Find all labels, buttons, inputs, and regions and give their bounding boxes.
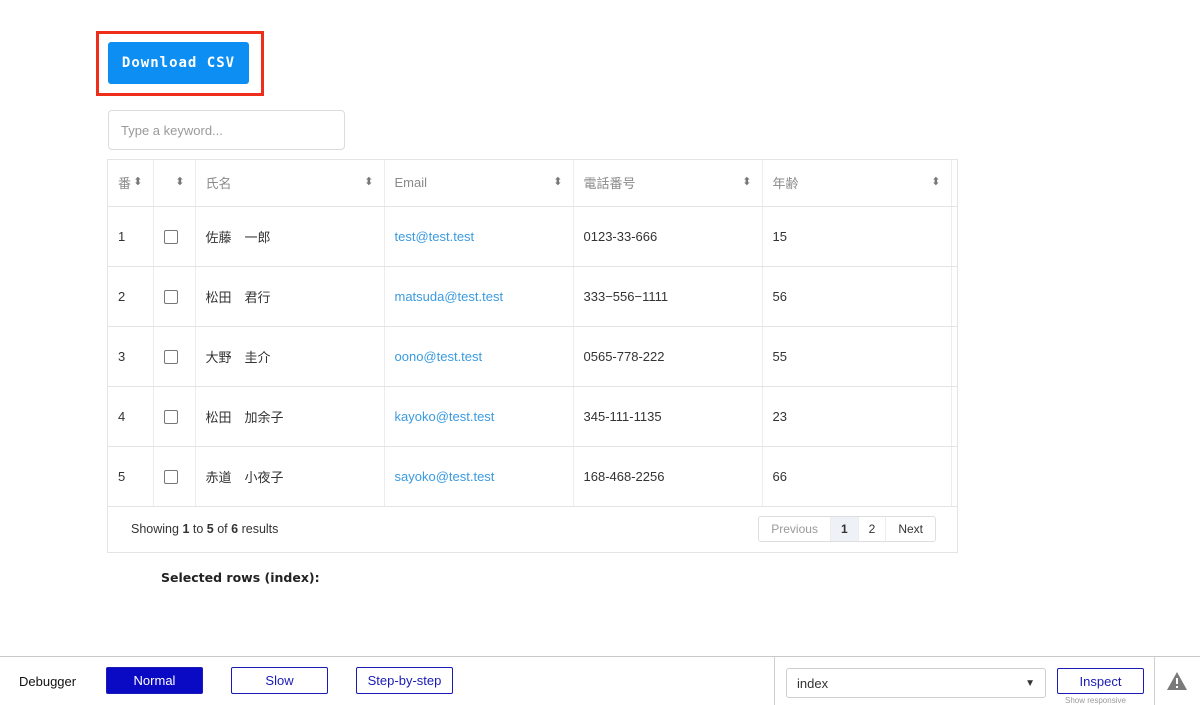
sort-icon: ⬍ [742,176,752,189]
cell-age: 66 [762,446,952,507]
search-input[interactable] [108,110,345,150]
cell-email: sayoko@test.test [384,446,574,507]
cell-email: matsuda@test.test [384,266,574,327]
pagination-page-1[interactable]: 1 [830,516,859,541]
row-select-cell [153,446,196,507]
row-checkbox[interactable] [163,289,178,304]
divider [774,657,775,705]
chevron-down-icon: ▼ [1025,677,1035,689]
email-link[interactable]: matsuda@test.test [395,289,504,304]
cell-email: oono@test.test [384,326,574,387]
results-summary: Showing 1 to 5 of 6 results [131,521,279,536]
table-row: 1 佐藤 一郎 test@test.test 0123-33-666 15 [108,206,957,267]
download-csv-button[interactable]: Download CSV [108,42,249,84]
column-header-no[interactable]: 番 ⬍ [108,160,154,207]
row-select-cell [153,206,196,267]
table-row: 3 大野 圭介 oono@test.test 0565-778-222 55 [108,326,957,387]
column-header-image[interactable]: 画 [951,160,957,207]
sort-icon: ⬍ [133,176,143,189]
row-checkbox[interactable] [163,469,178,484]
column-header-name[interactable]: 氏名 ⬍ [195,160,385,207]
table-row: 4 松田 加余子 kayoko@test.test 345-111-1135 2… [108,386,957,447]
cell-no: 5 [108,446,154,507]
cell-phone: 0565-778-222 [573,326,763,387]
cell-age: 23 [762,386,952,447]
data-table: 番⬍ ⬍ 氏名⬍ Email⬍ 電話番号⬍ 年齢⬍ 画 1 佐藤 一郎 test… [107,159,958,553]
row-checkbox[interactable] [163,409,178,424]
cell-name: 松田 君行 [195,266,385,327]
email-link[interactable]: kayoko@test.test [395,409,495,424]
cell-age: 56 [762,266,952,327]
row-select-cell [153,266,196,327]
cell-no: 3 [108,326,154,387]
row-checkbox[interactable] [163,349,178,364]
cell-email: test@test.test [384,206,574,267]
pagination-page-2[interactable]: 2 [859,516,887,541]
sort-icon: ⬍ [931,176,941,189]
selected-rows-label: Selected rows (index): [161,570,320,585]
email-link[interactable]: test@test.test [395,229,475,244]
cell-image [951,326,957,387]
cell-image [951,266,957,327]
cell-email: kayoko@test.test [384,386,574,447]
pagination: Previous 1 2 Next [758,515,936,542]
row-select-cell [153,386,196,447]
sort-icon: ⬍ [364,176,374,189]
row-select-cell [153,326,196,387]
normal-mode-button[interactable]: Normal [106,667,203,694]
email-link[interactable]: sayoko@test.test [395,469,495,484]
cell-name: 大野 圭介 [195,326,385,387]
step-by-step-button[interactable]: Step-by-step [356,667,453,694]
slow-mode-button[interactable]: Slow [231,667,328,694]
column-header-age[interactable]: 年齢 ⬍ [762,160,952,207]
cell-name: 佐藤 一郎 [195,206,385,267]
cell-name: 松田 加余子 [195,386,385,447]
pagination-previous[interactable]: Previous [759,516,831,541]
pagination-next[interactable]: Next [886,517,935,541]
inspect-target-select[interactable]: index ▼ [786,668,1046,698]
row-checkbox[interactable] [163,229,178,244]
cell-no: 4 [108,386,154,447]
cell-age: 55 [762,326,952,387]
column-header-select[interactable]: ⬍ [153,160,196,207]
cell-no: 2 [108,266,154,327]
cell-name: 赤道 小夜子 [195,446,385,507]
column-header-phone[interactable]: 電話番号 ⬍ [573,160,763,207]
sort-icon: ⬍ [553,176,563,189]
cell-phone: 333−556−1111 [573,266,763,327]
table-row: 2 松田 君行 matsuda@test.test 333−556−1111 5… [108,266,957,327]
cell-image [951,386,957,447]
cell-phone: 345-111-1135 [573,386,763,447]
table-row: 5 赤道 小夜子 sayoko@test.test 168-468-2256 6… [108,446,957,507]
cell-image [951,206,957,267]
cell-no: 1 [108,206,154,267]
table-header-row: 番⬍ ⬍ 氏名⬍ Email⬍ 電話番号⬍ 年齢⬍ 画 [108,160,957,207]
email-link[interactable]: oono@test.test [395,349,483,364]
warning-icon[interactable] [1166,671,1188,696]
table-footer: Showing 1 to 5 of 6 results Previous 1 2… [108,504,957,552]
cell-age: 15 [762,206,952,267]
cell-phone: 168-468-2256 [573,446,763,507]
sort-icon: ⬍ [175,176,185,189]
cell-phone: 0123-33-666 [573,206,763,267]
debugger-bar: Debugger Normal Slow Step-by-step index … [0,656,1200,705]
cell-image [951,446,957,507]
show-responsive-label[interactable]: Show responsive [1065,696,1126,705]
debugger-label: Debugger [19,674,77,689]
column-header-email[interactable]: Email ⬍ [384,160,574,207]
inspect-button[interactable]: Inspect [1057,668,1144,694]
divider [1154,657,1155,705]
